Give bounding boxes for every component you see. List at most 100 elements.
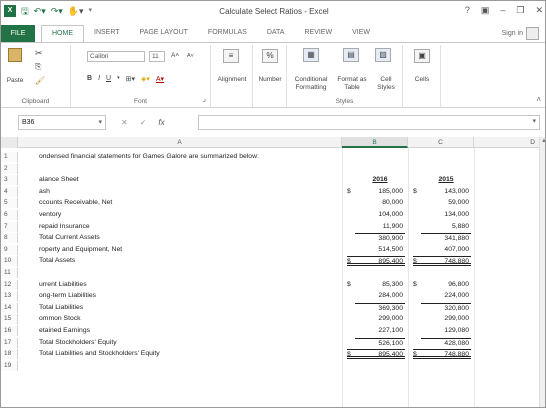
cell-a[interactable]: Total Assets <box>39 256 339 266</box>
row-number[interactable]: 16 <box>1 326 18 336</box>
collapse-ribbon-icon[interactable]: ˄ <box>536 95 541 104</box>
cell-b-currency[interactable] <box>347 210 355 220</box>
row-number[interactable]: 1 <box>1 152 18 162</box>
format-painter-icon[interactable]: 🖌 <box>35 77 45 85</box>
cell-a[interactable]: ong-term Liabilities <box>39 291 339 301</box>
conditional-formatting-button[interactable]: Conditional Formatting <box>287 76 335 92</box>
minimize-icon[interactable]: – <box>500 5 505 16</box>
font-color-icon[interactable]: A▾ <box>156 75 164 83</box>
cell-c-currency[interactable]: $ <box>413 256 421 267</box>
font-name-box[interactable]: Calibri <box>87 51 145 62</box>
cell-b-currency[interactable]: $ <box>347 349 355 360</box>
conditional-formatting-icon[interactable]: ▦ <box>303 48 319 62</box>
cell-b[interactable]: 895,400 <box>355 256 405 267</box>
cell-c-currency[interactable] <box>413 326 421 336</box>
cell-c-currency[interactable] <box>413 291 421 301</box>
cell-c-currency[interactable] <box>413 198 421 208</box>
row-number[interactable]: 11 <box>1 268 18 278</box>
row-number[interactable]: 7 <box>1 221 18 232</box>
column-header-a[interactable]: A <box>18 137 342 148</box>
cell-styles-icon[interactable]: ▨ <box>375 48 391 62</box>
cell-a[interactable]: ondensed financial statements for Games … <box>39 152 339 162</box>
cell-b[interactable]: 514,500 <box>355 245 405 255</box>
column-header-b[interactable]: B <box>342 137 408 148</box>
row-number[interactable]: 2 <box>1 163 18 174</box>
tab-data[interactable]: DATA <box>257 25 295 42</box>
cell-b[interactable]: 104,000 <box>355 210 405 220</box>
tab-insert[interactable]: INSERT <box>84 25 130 42</box>
restore-icon[interactable]: ❐ <box>516 5 524 16</box>
format-as-table-line2[interactable]: Table <box>335 84 369 92</box>
cell-c-currency[interactable]: $ <box>413 349 421 360</box>
cell-b-currency[interactable] <box>347 338 355 348</box>
cell-c[interactable] <box>421 268 471 278</box>
conditional-formatting-line2[interactable]: Formatting <box>287 84 335 92</box>
cell-c[interactable] <box>421 164 471 174</box>
cell-a[interactable] <box>39 164 339 174</box>
cell-b[interactable] <box>355 152 405 162</box>
cell-b[interactable]: 380,900 <box>355 233 405 243</box>
cell-c[interactable]: 2015 <box>421 175 471 185</box>
alignment-icon[interactable]: ≡ <box>223 49 239 63</box>
alignment-label[interactable]: Alignment <box>211 76 253 84</box>
format-as-table-icon[interactable]: ▤ <box>343 48 359 62</box>
column-header-d[interactable]: D <box>474 137 539 148</box>
cell-c[interactable]: 407,000 <box>421 245 471 255</box>
close-icon[interactable]: ✕ <box>535 5 543 16</box>
row-number[interactable]: 18 <box>1 349 18 360</box>
row-number[interactable]: 8 <box>1 233 18 244</box>
cell-b-currency[interactable] <box>347 291 355 301</box>
cell-c[interactable]: 224,000 <box>421 291 471 301</box>
cell-c[interactable]: 129,080 <box>421 326 471 336</box>
cell-c-currency[interactable] <box>413 233 421 243</box>
tab-view[interactable]: VIEW <box>342 25 380 42</box>
cancel-icon[interactable]: ✕ <box>121 118 128 127</box>
paste-button[interactable]: Paste <box>3 77 27 85</box>
cell-c[interactable]: 428,080 <box>421 337 471 348</box>
cut-icon[interactable]: ✂ <box>35 49 43 58</box>
cell-a[interactable]: ommon Stock <box>39 314 339 324</box>
cell-c-currency[interactable]: $ <box>413 280 421 290</box>
cell-c[interactable] <box>421 361 471 371</box>
cell-styles-button[interactable]: Cell Styles <box>369 76 403 92</box>
row-number[interactable]: 6 <box>1 210 18 220</box>
cell-c[interactable]: 748,880 <box>421 349 471 360</box>
cell-a[interactable]: Total Liabilities and Stockholders' Equi… <box>39 349 339 359</box>
cell-styles-line1[interactable]: Cell <box>369 76 403 84</box>
cell-c-currency[interactable] <box>413 303 421 313</box>
underline-button[interactable]: U <box>106 75 111 83</box>
cell-b[interactable] <box>355 268 405 278</box>
cell-c[interactable]: 59,000 <box>421 198 471 208</box>
cell-c-currency[interactable] <box>413 175 421 185</box>
row-number[interactable]: 19 <box>1 360 18 371</box>
name-box-dropdown-icon[interactable]: ▾ <box>98 116 102 129</box>
cell-b[interactable]: 284,000 <box>355 291 405 301</box>
cell-b[interactable]: 895,400 <box>355 349 405 360</box>
cell-a[interactable]: repaid Insurance <box>39 222 339 232</box>
cell-a[interactable]: Total Current Assets <box>39 233 339 243</box>
cell-a[interactable]: urrent Liabilities <box>39 280 339 290</box>
cell-b-currency[interactable] <box>347 245 355 255</box>
row-number[interactable]: 5 <box>1 198 18 209</box>
cell-b[interactable]: 85,300 <box>355 280 405 290</box>
cell-a[interactable]: Total Stockholders' Equity <box>39 338 339 348</box>
tab-formulas[interactable]: FORMULAS <box>198 25 257 42</box>
cell-c-currency[interactable] <box>413 210 421 220</box>
percent-icon[interactable]: % <box>262 49 278 63</box>
cell-b-currency[interactable] <box>347 361 355 371</box>
scroll-up-icon[interactable]: ▲ <box>541 138 545 144</box>
cell-c-currency[interactable] <box>413 152 421 162</box>
cell-c-currency[interactable] <box>413 338 421 348</box>
help-icon[interactable]: ? <box>465 5 470 16</box>
cell-b[interactable]: 2016 <box>355 175 405 185</box>
row-number[interactable]: 10 <box>1 256 18 267</box>
cell-c-currency[interactable] <box>413 361 421 371</box>
bold-button[interactable]: B <box>87 75 92 83</box>
cell-c-currency[interactable]: $ <box>413 187 421 197</box>
name-box-value[interactable]: B36 <box>22 119 34 126</box>
cell-b[interactable] <box>355 164 405 174</box>
cell-a[interactable] <box>39 361 339 371</box>
cell-b-currency[interactable] <box>347 164 355 174</box>
fill-color-icon[interactable]: ◈▾ <box>141 75 150 83</box>
cell-b-currency[interactable]: $ <box>347 256 355 267</box>
